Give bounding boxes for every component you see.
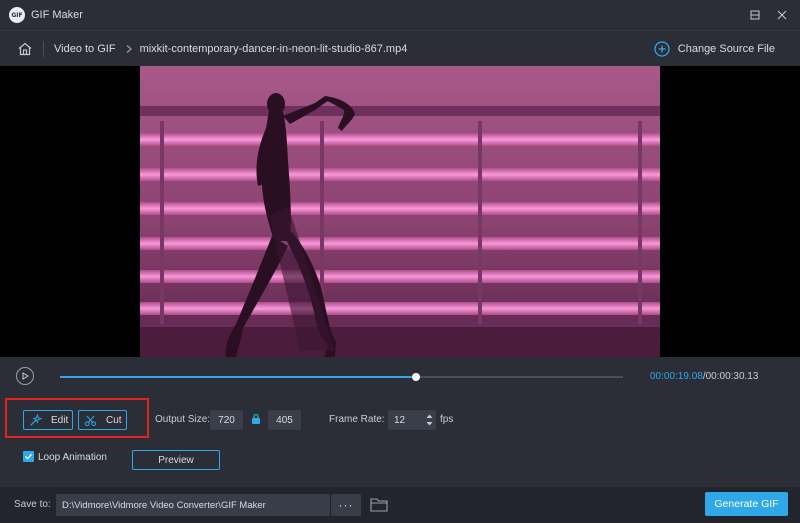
home-icon[interactable] — [17, 41, 33, 57]
output-height-field[interactable]: 405 — [268, 410, 301, 430]
save-to-label: Save to: — [14, 499, 51, 510]
total-time: /00:00:30.13 — [702, 371, 759, 382]
loop-animation-label[interactable]: Loop Animation — [38, 452, 107, 463]
timeline-progress — [60, 376, 417, 378]
breadcrumb-file-name: mixkit-contemporary-dancer-in-neon-lit-s… — [139, 42, 408, 55]
controls-panel: 00:00:19.08/00:00:30.13 Edit Cut Output … — [0, 357, 800, 487]
preview-button[interactable]: Preview — [132, 450, 220, 470]
footer-bar: Save to: D:\Vidmore\Vidmore Video Conver… — [0, 487, 800, 523]
output-size-label: Output Size: — [155, 414, 211, 425]
fps-label: fps — [440, 414, 454, 425]
video-frame-image — [140, 66, 660, 357]
magic-wand-icon — [30, 413, 42, 426]
change-source-file-button[interactable]: Change Source File — [654, 31, 775, 67]
nav-divider — [43, 40, 44, 57]
cut-button[interactable]: Cut — [78, 410, 127, 430]
video-preview-area — [0, 66, 800, 357]
scissors-icon — [84, 415, 97, 426]
close-button[interactable] — [771, 0, 793, 30]
app-logo: GIF — [9, 7, 25, 23]
browse-more-button[interactable]: ··· — [331, 494, 361, 516]
chevron-right-icon — [126, 44, 132, 53]
frame-rate-label: Frame Rate: — [329, 414, 385, 425]
lock-icon[interactable] — [251, 413, 261, 425]
play-button[interactable] — [16, 367, 34, 385]
breadcrumb-video-to-gif[interactable]: Video to GIF — [54, 43, 116, 55]
spinner-arrows-icon[interactable] — [426, 412, 433, 428]
edit-label: Edit — [51, 414, 69, 426]
restore-button[interactable] — [744, 0, 766, 30]
current-time: 00:00:19.08 — [650, 371, 703, 382]
maximize-icon — [750, 10, 760, 20]
video-frame — [140, 66, 660, 357]
close-icon — [777, 10, 787, 20]
loop-animation-checkbox[interactable] — [23, 451, 34, 462]
open-folder-icon[interactable] — [370, 497, 388, 512]
play-icon — [22, 372, 29, 380]
timeline-handle[interactable] — [412, 373, 421, 381]
title-bar: GIF GIF Maker — [0, 0, 800, 30]
breadcrumb: Video to GIF mixkit-contemporary-dancer-… — [0, 30, 800, 66]
save-path-field[interactable]: D:\Vidmore\Vidmore Video Converter\GIF M… — [56, 494, 330, 516]
generate-gif-button[interactable]: Generate GIF — [705, 492, 788, 516]
frame-rate-value: 12 — [394, 414, 406, 426]
edit-button[interactable]: Edit — [23, 410, 73, 430]
change-source-file-label: Change Source File — [677, 43, 775, 55]
frame-rate-stepper[interactable]: 12 — [388, 410, 436, 430]
output-width-field[interactable]: 720 — [210, 410, 243, 430]
add-circle-icon — [654, 41, 670, 57]
timeline-slider[interactable] — [60, 373, 623, 381]
cut-label: Cut — [106, 414, 122, 426]
time-readout: 00:00:19.08/00:00:30.13 — [650, 371, 758, 382]
app-title: GIF Maker — [31, 9, 83, 21]
checkmark-icon — [25, 453, 32, 460]
